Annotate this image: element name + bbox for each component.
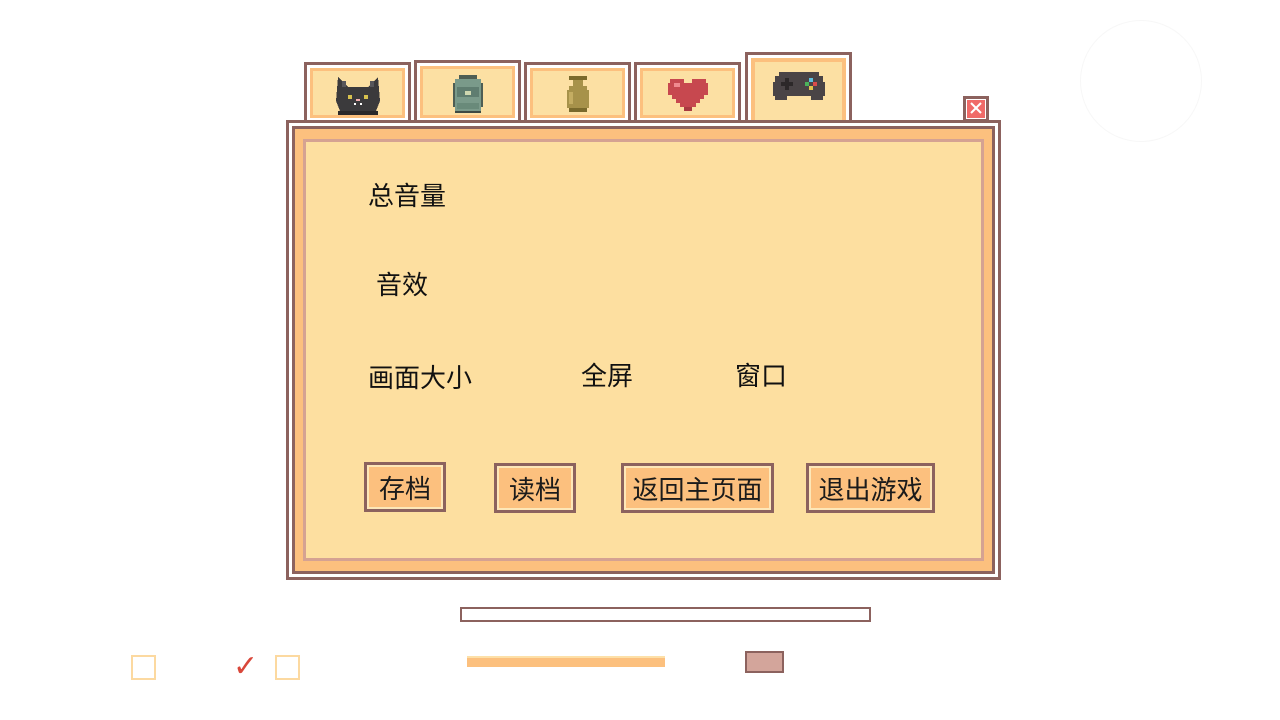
screen-size-label: 画面大小 xyxy=(368,364,473,394)
settings-screen: 总音量 音效 画面大小 全屏 窗口 存档 读档 返回主页面 退出游戏 ✓ xyxy=(0,0,1280,720)
load-button[interactable]: 读档 xyxy=(494,463,576,513)
backpack-icon xyxy=(451,73,485,119)
tab-backpack[interactable] xyxy=(414,60,521,124)
save-button[interactable]: 存档 xyxy=(364,462,446,512)
tab-cat[interactable] xyxy=(304,62,411,124)
main-menu-button[interactable]: 返回主页面 xyxy=(621,463,774,513)
checkbox-unchecked[interactable] xyxy=(131,655,156,680)
quit-game-button[interactable]: 退出游戏 xyxy=(806,463,935,513)
close-button[interactable] xyxy=(963,96,989,122)
window-option[interactable]: 窗口 xyxy=(735,356,787,393)
master-volume-label: 总音量 xyxy=(368,182,447,212)
close-icon xyxy=(969,100,983,119)
vase-icon xyxy=(563,74,593,120)
gamepad-icon xyxy=(771,68,827,108)
slider-handle[interactable] xyxy=(745,651,784,673)
checkbox-box[interactable] xyxy=(275,655,300,680)
slider-fill[interactable] xyxy=(467,656,665,667)
slider-track[interactable] xyxy=(460,607,871,622)
tab-vase[interactable] xyxy=(524,62,631,124)
decorative-circle xyxy=(1080,20,1202,142)
sfx-label: 音效 xyxy=(376,271,429,301)
checkmark-icon: ✓ xyxy=(233,649,259,684)
cat-icon xyxy=(332,73,384,121)
heart-icon xyxy=(666,75,710,119)
fullscreen-option[interactable]: 全屏 xyxy=(581,356,633,393)
tab-heart[interactable] xyxy=(634,62,741,124)
